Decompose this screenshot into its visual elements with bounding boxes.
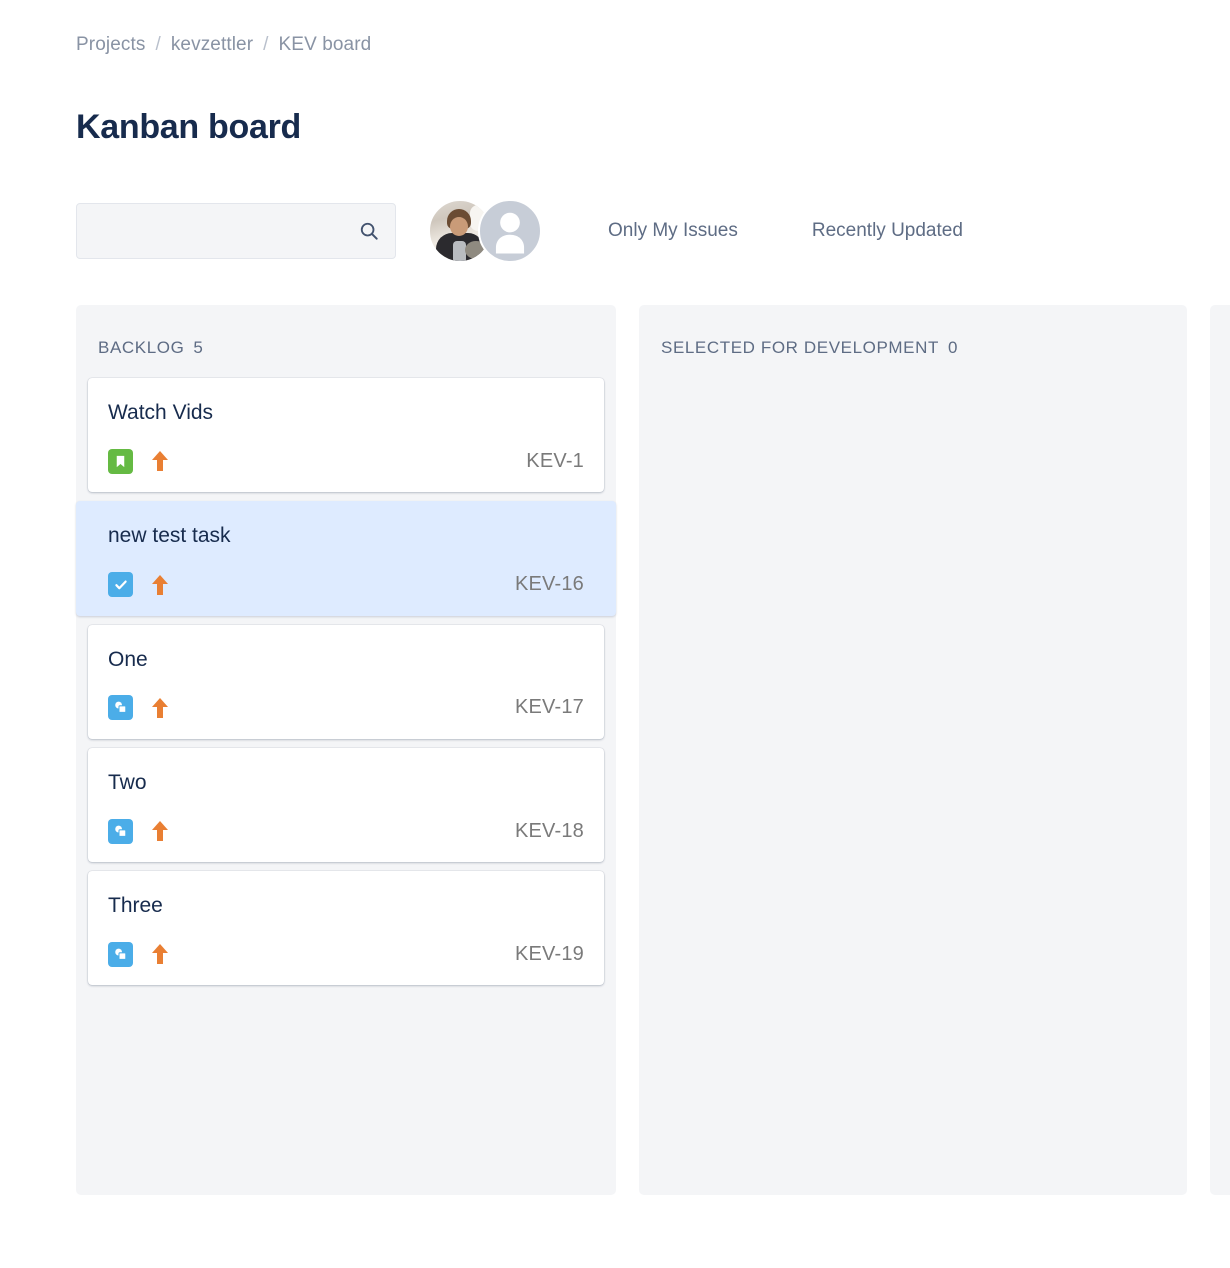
issue-card-footer: KEV-17: [108, 695, 584, 721]
column-header-next: [1210, 305, 1230, 358]
page-title: Kanban board: [76, 107, 301, 146]
breadcrumb-separator: /: [155, 34, 161, 55]
board-column-selected-for-development: SELECTED FOR DEVELOPMENT 0: [639, 305, 1187, 1195]
issue-card-footer: KEV-19: [108, 941, 584, 967]
column-card-list-backlog: Watch Vids KEV-1 new test task KEV-16 On…: [76, 378, 616, 986]
column-header-backlog: BACKLOG 5: [76, 305, 616, 378]
issue-card-footer: KEV-1: [108, 448, 584, 474]
story-icon: [108, 448, 133, 474]
filter-only-my-issues[interactable]: Only My Issues: [602, 214, 744, 248]
column-header-selected-for-development: SELECTED FOR DEVELOPMENT 0: [639, 305, 1187, 378]
issue-card-title: Watch Vids: [108, 401, 214, 424]
issue-card-kev-18[interactable]: Two KEV-18: [88, 747, 604, 862]
search-input[interactable]: [76, 203, 396, 259]
kanban-board-page: Projects / kevzettler / KEV board Kanban…: [0, 0, 1230, 1268]
filter-recently-updated[interactable]: Recently Updated: [806, 214, 969, 248]
board-columns: BACKLOG 5 Watch Vids KEV-1 new test task…: [76, 305, 1230, 1195]
breadcrumb-item-projects[interactable]: Projects: [76, 34, 145, 56]
issue-card-key: KEV-19: [514, 942, 584, 965]
issue-card-kev-17[interactable]: One KEV-17: [88, 624, 604, 739]
column-title: SELECTED FOR DEVELOPMENT: [661, 338, 939, 357]
breadcrumb: Projects / kevzettler / KEV board: [76, 34, 371, 56]
breadcrumb-item-kev-board[interactable]: KEV board: [279, 34, 372, 56]
issue-card-title: One: [108, 647, 148, 671]
issue-card-key: KEV-18: [514, 819, 584, 842]
board-column-next: [1210, 305, 1230, 1195]
arrow-up-icon: [149, 941, 171, 967]
issue-card-title: new test task: [108, 524, 231, 548]
search-field-wrapper: [76, 203, 396, 259]
issue-card-key: KEV-16: [514, 573, 584, 595]
issue-card-kev-19[interactable]: Three KEV-19: [88, 871, 604, 986]
issue-card-footer: KEV-16: [108, 572, 584, 598]
subtask-icon: [108, 818, 133, 844]
issue-card-kev-16[interactable]: new test task KEV-16: [76, 501, 616, 616]
issue-card-title: Three: [108, 894, 163, 917]
subtask-icon: [108, 941, 133, 967]
issue-card-footer: KEV-18: [108, 818, 584, 844]
user-avatar-default[interactable]: [478, 199, 542, 263]
board-column-backlog: BACKLOG 5 Watch Vids KEV-1 new test task…: [76, 305, 616, 1195]
issue-card-kev-1[interactable]: Watch Vids KEV-1: [88, 378, 604, 493]
issue-card-key: KEV-1: [526, 449, 584, 472]
task-check-icon: [108, 572, 133, 597]
breadcrumb-separator: /: [263, 34, 269, 55]
issue-card-title: Two: [108, 770, 147, 794]
arrow-up-icon: [149, 695, 171, 721]
subtask-icon: [108, 695, 133, 721]
board-toolbar: Only My Issues Recently Updated: [76, 199, 969, 263]
issue-card-key: KEV-17: [514, 696, 584, 719]
person-icon: [495, 212, 525, 254]
arrow-up-icon: [149, 448, 171, 474]
breadcrumb-item-kevzettler[interactable]: kevzettler: [171, 34, 253, 56]
column-count: 5: [193, 338, 204, 357]
column-count: 0: [947, 338, 959, 357]
avatar-group: [428, 199, 542, 263]
arrow-up-icon: [149, 818, 171, 844]
arrow-up-icon: [149, 572, 171, 598]
column-title: BACKLOG: [98, 338, 185, 357]
